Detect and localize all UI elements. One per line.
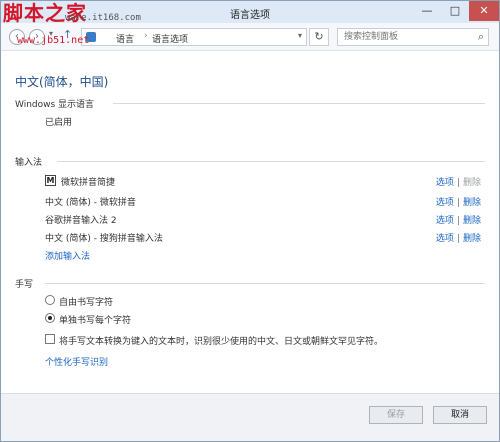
input-method-remove-link[interactable]: 删除 [463, 234, 481, 244]
freeform-radio[interactable] [45, 295, 55, 305]
input-method-options-link[interactable]: 选项 [436, 216, 454, 226]
language-options-window: 语言选项 — □ ✕ ‹ › ▾ ↑ 语言 › 语言选项 ▾ ↻ ⌕ 脚本之家 … [0, 0, 500, 442]
input-method-name: 谷歌拼音输入法 2 [45, 216, 117, 226]
input-method-remove-link: 删除 [462, 178, 481, 188]
input-method-actions: 选项 | 删除 [436, 213, 481, 226]
section-divider [45, 283, 485, 284]
display-language-header: Windows 显示语言 [15, 100, 95, 110]
search-box[interactable]: ⌕ [337, 28, 489, 46]
section-divider [57, 161, 485, 162]
single-character-radio[interactable] [45, 313, 55, 323]
add-input-method-link[interactable]: 添加输入法 [45, 249, 90, 262]
breadcrumb-language-options[interactable]: 语言选项 [152, 32, 188, 45]
rare-characters-checkbox-label[interactable]: 将手写文本转换为键入的文本时，识别很少使用的中文、日文或朝鲜文罕见字符。 [59, 334, 383, 347]
breadcrumb[interactable]: 语言 › 语言选项 ▾ [81, 28, 307, 46]
breadcrumb-language[interactable]: 语言 [116, 32, 134, 45]
action-separator: | [456, 216, 460, 226]
microsoft-ime-icon: M [45, 175, 56, 186]
minimize-button[interactable]: — [413, 1, 441, 21]
display-language-status: 已启用 [45, 118, 73, 128]
close-button[interactable]: ✕ [469, 1, 499, 21]
search-input[interactable] [338, 29, 466, 45]
search-icon[interactable]: ⌕ [478, 30, 484, 44]
rare-characters-checkbox[interactable] [45, 334, 55, 344]
input-method-remove-link[interactable]: 删除 [463, 216, 481, 226]
maximize-button[interactable]: □ [441, 1, 469, 21]
section-divider [113, 103, 485, 104]
watermark-url-secondary: www.jb51.net [17, 35, 90, 46]
single-character-radio-label[interactable]: 单独书写每个字符 [59, 313, 131, 326]
main-content: 中文(简体，中国) Windows 显示语言 已启用 输入法 M 微软拼音简捷 … [1, 51, 499, 393]
input-method-options-link[interactable]: 选项 [436, 198, 454, 208]
input-method-remove-link[interactable]: 删除 [463, 198, 481, 208]
input-method-options-link[interactable]: 选项 [436, 178, 454, 188]
refresh-icon[interactable]: ↻ [309, 28, 329, 46]
save-button[interactable]: 保存 [369, 406, 423, 424]
cancel-button[interactable]: 取消 [433, 406, 487, 424]
action-separator: | [456, 234, 460, 244]
input-method-actions: 选项 | 删除 [436, 175, 481, 188]
page-title: 中文(简体，中国) [15, 75, 109, 89]
freeform-radio-label[interactable]: 自由书写字符 [59, 295, 113, 308]
action-separator: | [456, 198, 460, 208]
input-method-actions: 选项 | 删除 [436, 195, 481, 208]
chevron-down-icon[interactable]: ▾ [298, 31, 302, 40]
breadcrumb-separator[interactable]: › [144, 31, 148, 41]
handwriting-header: 手写 [15, 280, 34, 290]
action-separator: | [456, 178, 460, 188]
watermark-url: ware.it168.com [65, 13, 141, 23]
input-method-name: 中文 (简体) - 微软拼音 [45, 198, 136, 208]
dialog-footer: 保存 取消 [1, 393, 499, 441]
input-method-actions: 选项 | 删除 [436, 231, 481, 244]
input-method-name: 微软拼音简捷 [61, 178, 116, 188]
input-methods-header: 输入法 [15, 158, 43, 168]
input-method-options-link[interactable]: 选项 [436, 234, 454, 244]
personalize-handwriting-link[interactable]: 个性化手写识别 [45, 355, 108, 368]
input-method-name: 中文 (简体) - 搜狗拼音输入法 [45, 234, 163, 244]
